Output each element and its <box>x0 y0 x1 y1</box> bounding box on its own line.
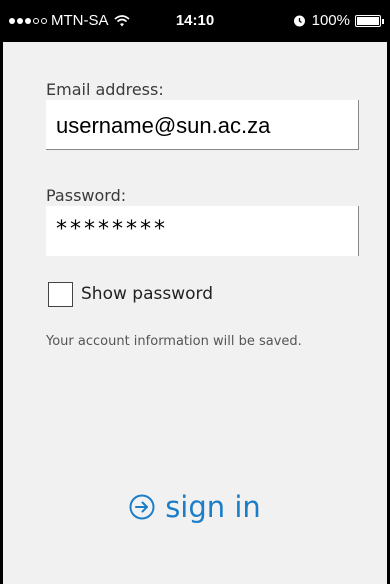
password-label: Password: <box>46 186 127 205</box>
account-info-text: Your account information will be saved. <box>46 334 302 349</box>
sign-in-label: sign in <box>165 490 261 524</box>
status-right: 100% <box>293 12 384 29</box>
email-label: Email address: <box>46 80 164 99</box>
show-password-checkbox[interactable] <box>48 282 73 307</box>
battery-fill <box>357 16 379 25</box>
battery-icon <box>355 14 384 27</box>
arrow-circle-right-icon <box>129 494 155 520</box>
alarm-icon <box>293 15 305 27</box>
password-field[interactable]: ******** <box>46 206 359 256</box>
email-field[interactable]: username@sun.ac.za <box>46 100 359 150</box>
show-password-label[interactable]: Show password <box>81 284 213 304</box>
sign-in-button[interactable]: sign in <box>3 490 387 524</box>
status-bar: MTN-SA 14:10 100% <box>3 0 387 42</box>
app-screen: MTN-SA 14:10 100% Email address: usernam… <box>0 0 390 584</box>
battery-percent: 100% <box>311 12 350 29</box>
